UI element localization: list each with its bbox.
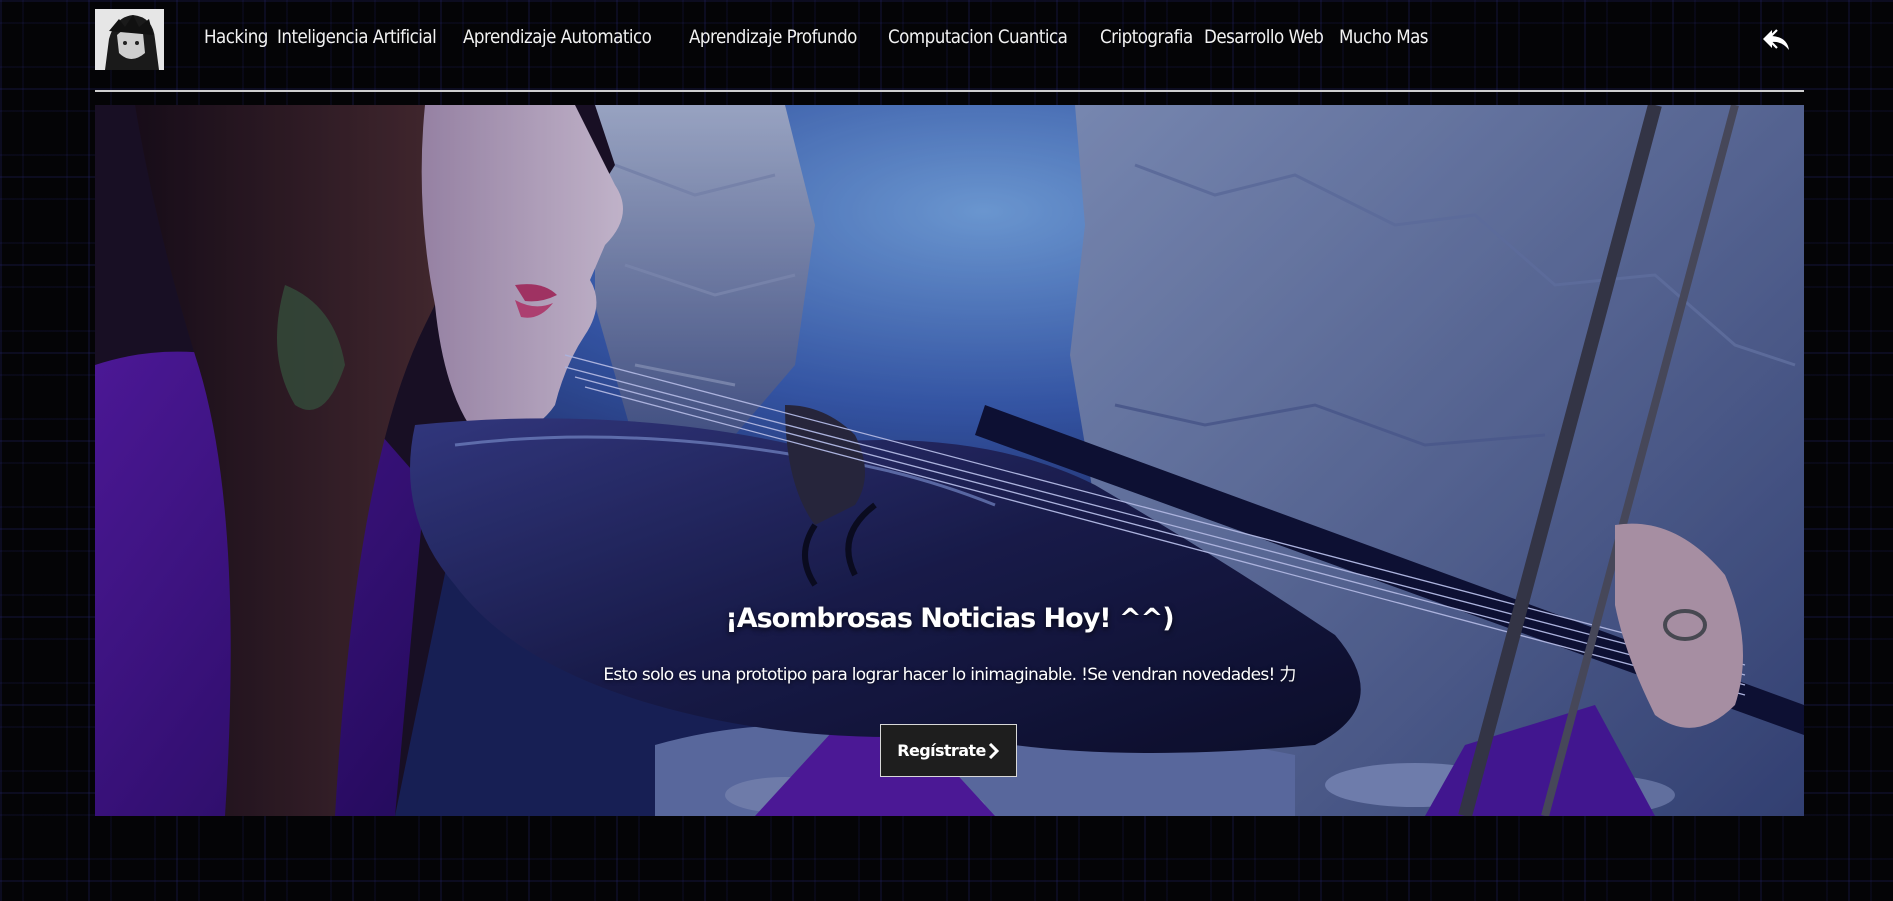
nav-item-computacion-cuantica[interactable]: Computacion Cuantica <box>888 26 1068 48</box>
hero-banner: ¡Asombrosas Noticias Hoy! ^^) Esto solo … <box>95 105 1804 816</box>
hero-image <box>95 105 1804 816</box>
nav-item-desarrollo-web[interactable]: Desarrollo Web <box>1204 26 1324 48</box>
nav-item-inteligencia-artificial[interactable]: Inteligencia Artificial <box>277 26 437 48</box>
main-nav: Hacking Inteligencia Artificial Aprendiz… <box>204 26 1440 48</box>
hero-subtitle: Esto solo es una prototipo para lograr h… <box>603 665 1296 685</box>
nav-item-hacking[interactable]: Hacking <box>204 26 268 48</box>
nav-item-mucho-mas[interactable]: Mucho Mas <box>1339 26 1429 48</box>
hero-title: ¡Asombrosas Noticias Hoy! ^^) <box>725 603 1174 634</box>
header-divider <box>95 90 1804 92</box>
chevron-right-icon <box>988 742 999 759</box>
register-button[interactable]: Regístrate <box>880 724 1017 777</box>
register-button-label: Regístrate <box>897 741 986 760</box>
nav-item-aprendizaje-profundo[interactable]: Aprendizaje Profundo <box>689 26 857 48</box>
reply-icon[interactable] <box>1762 28 1792 54</box>
nav-item-criptografia[interactable]: Criptografia <box>1100 26 1193 48</box>
nav-item-aprendizaje-automatico[interactable]: Aprendizaje Automatico <box>463 26 652 48</box>
site-header: Hacking Inteligencia Artificial Aprendiz… <box>95 8 1804 90</box>
avatar-logo[interactable] <box>95 9 164 70</box>
